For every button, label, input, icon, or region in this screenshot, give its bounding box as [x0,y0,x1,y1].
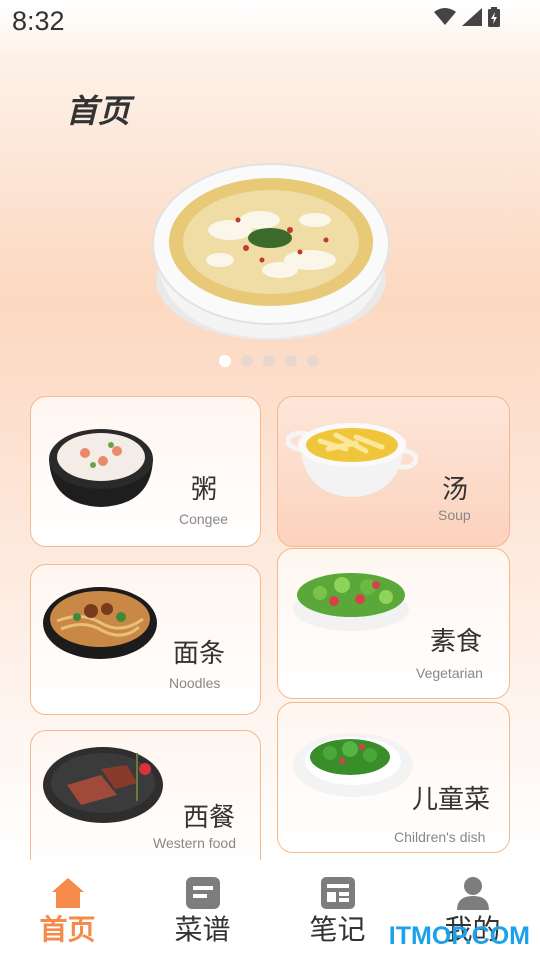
category-card-western-food[interactable]: 西餐 Western food [30,730,261,881]
page-title: 首页 [66,92,131,130]
category-title: 西餐 [183,803,236,833]
category-card-childrens-dish[interactable]: 儿童菜 Children's dish [277,702,510,853]
carousel-dot[interactable] [263,355,275,367]
profile-icon [456,877,489,910]
tab-label: 笔记 [309,913,366,946]
western-food-image [43,747,163,823]
tab-recipes[interactable]: 菜谱 [135,860,270,960]
tab-notes[interactable]: 笔记 [270,860,405,960]
vegetarian-image [293,573,409,631]
carousel-dot[interactable] [241,355,253,367]
category-title: 面条 [173,639,226,669]
category-subtitle: Soup [438,507,471,523]
carousel-dot[interactable] [307,355,319,367]
congee-image [49,429,153,507]
signal-icon [462,8,482,26]
category-card-vegetarian[interactable]: 素食 Vegetarian [277,548,510,699]
status-icons [434,7,500,27]
home-icon [51,878,84,908]
carousel-dot[interactable] [219,355,231,367]
category-title: 儿童菜 [412,785,491,815]
wifi-icon [434,8,456,25]
category-card-soup[interactable]: 汤 Soup [277,396,510,547]
banner-carousel[interactable] [150,160,392,340]
category-title: 汤 [442,475,469,505]
battery-icon [488,7,500,27]
carousel-indicator [219,355,319,367]
category-subtitle: Congee [179,511,229,527]
watermark: ITMOP.COM [388,922,530,950]
tab-label: 首页 [39,913,96,946]
category-card-noodles[interactable]: 面条 Noodles [30,564,261,715]
status-time: 8:32 [12,6,65,36]
tab-label: 菜谱 [174,913,231,946]
soup-image [286,423,418,497]
category-subtitle: Children's dish [394,829,486,845]
category-card-congee[interactable]: 粥 Congee [30,396,261,547]
recipe-icon [185,877,220,909]
category-subtitle: Noodles [169,675,221,691]
category-title: 素食 [430,627,483,657]
category-title: 粥 [191,475,218,505]
tab-home[interactable]: 首页 [0,860,135,960]
category-subtitle: Vegetarian [416,665,483,681]
noodles-image [43,587,157,659]
status-bar: 8:32 [0,0,540,46]
notes-icon [320,877,355,909]
category-subtitle: Western food [153,835,237,851]
childrens-dish-image [293,733,413,797]
fish-soup-image [152,163,390,340]
carousel-dot[interactable] [285,355,297,367]
